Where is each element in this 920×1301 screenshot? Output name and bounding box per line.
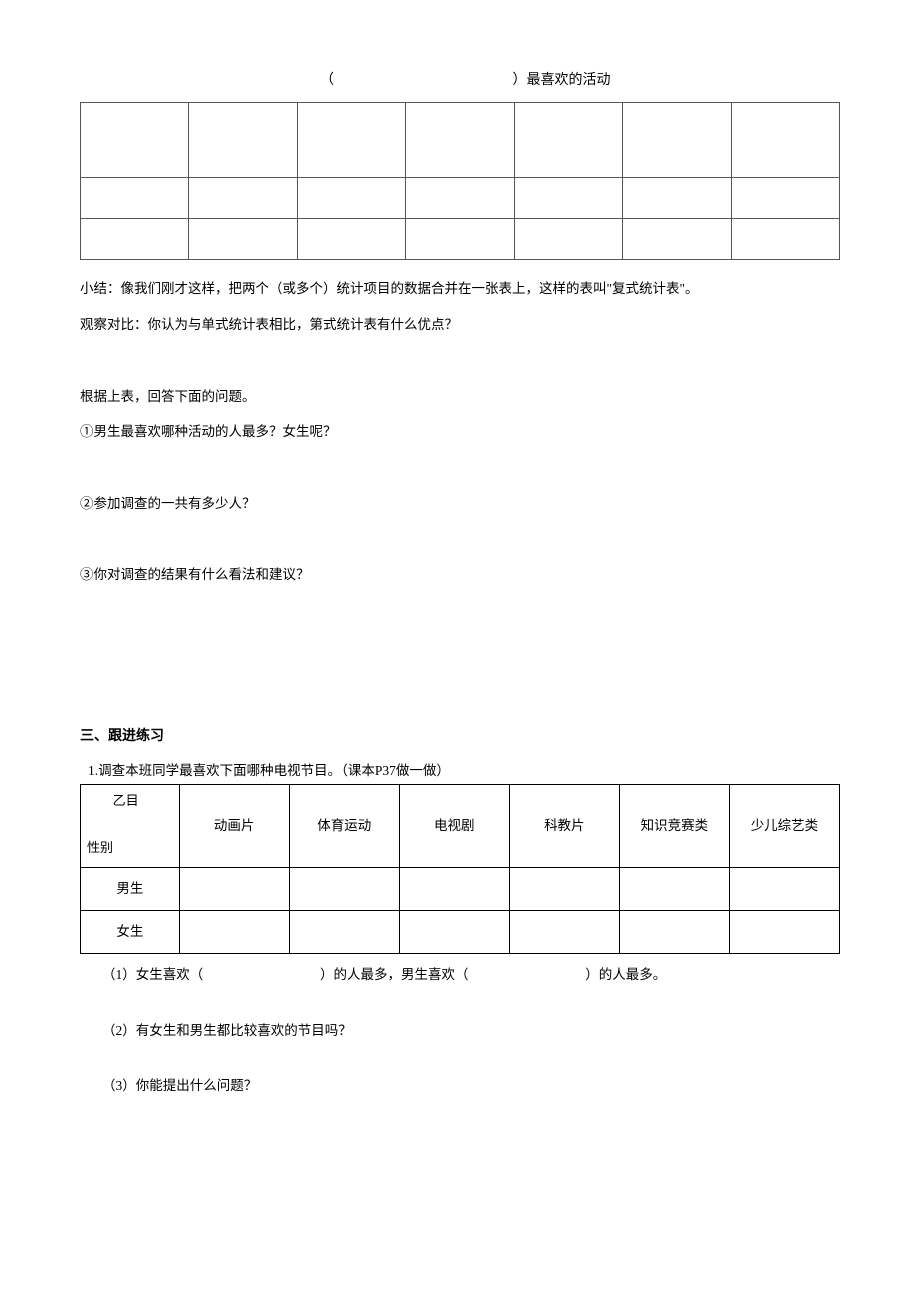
col-sports: 体育运动 xyxy=(289,784,399,867)
activity-table xyxy=(80,102,840,260)
table-row-female: 女生 xyxy=(81,910,840,953)
table-header-row: 乙目 性别 动画片 体育运动 电视剧 科教片 知识竞赛类 少儿综艺类 xyxy=(81,784,840,867)
table-row xyxy=(81,103,840,178)
sq1-part-a: （1）女生喜欢（ xyxy=(102,967,203,982)
corner-cell: 乙目 性别 xyxy=(81,784,180,867)
tv-program-table: 乙目 性别 动画片 体育运动 电视剧 科教片 知识竞赛类 少儿综艺类 男生 女生 xyxy=(80,784,840,954)
table-row xyxy=(81,219,840,260)
compare-text: 观察对比：你认为与单式统计表相比，第式统计表有什么优点？ xyxy=(80,314,840,336)
answer-prompt: 根据上表，回答下面的问题。 xyxy=(80,386,840,408)
document-page: （ ）最喜欢的活动 小结：像我们刚才这样，把两个（或多个）统计项目的数据合并在一… xyxy=(0,0,920,1301)
table1-title: （ ）最喜欢的活动 xyxy=(80,70,840,92)
sub-question-1: （1）女生喜欢（ ）的人最多，男生喜欢（ ）的人最多。 xyxy=(102,964,840,986)
table-row xyxy=(81,178,840,219)
corner-bottom-label: 性别 xyxy=(87,838,113,859)
title-bracket-close: ）最喜欢的活动 xyxy=(513,70,611,92)
col-science: 科教片 xyxy=(509,784,619,867)
sq1-part-b: ）的人最多，男生喜欢（ xyxy=(320,967,469,982)
row-label-female: 女生 xyxy=(81,910,180,953)
col-cartoon: 动画片 xyxy=(179,784,289,867)
row-label-male: 男生 xyxy=(81,867,180,910)
question-1: ①男生最喜欢哪种活动的人最多？女生呢？ xyxy=(80,421,840,443)
title-bracket-open: （ xyxy=(320,70,334,92)
col-quiz: 知识竞赛类 xyxy=(619,784,729,867)
question-3: ③你对调查的结果有什么看法和建议？ xyxy=(80,564,840,586)
section-3-heading: 三、跟进练习 xyxy=(80,726,840,748)
col-variety: 少儿综艺类 xyxy=(729,784,839,867)
sub-question-2: （2）有女生和男生都比较喜欢的节目吗？ xyxy=(102,1020,840,1042)
sub-question-3: （3）你能提出什么问题？ xyxy=(102,1075,840,1097)
question-2: ②参加调查的一共有多少人？ xyxy=(80,493,840,515)
col-drama: 电视剧 xyxy=(399,784,509,867)
exercise-1-intro: 1.调查本班同学最喜欢下面哪种电视节目。（课本P37做一做） xyxy=(88,760,840,782)
table-row-male: 男生 xyxy=(81,867,840,910)
corner-top-label: 乙目 xyxy=(113,791,139,812)
summary-text: 小结：像我们刚才这样，把两个（或多个）统计项目的数据合并在一张表上，这样的表叫"… xyxy=(80,278,840,300)
sq1-part-c: ）的人最多。 xyxy=(585,967,666,982)
